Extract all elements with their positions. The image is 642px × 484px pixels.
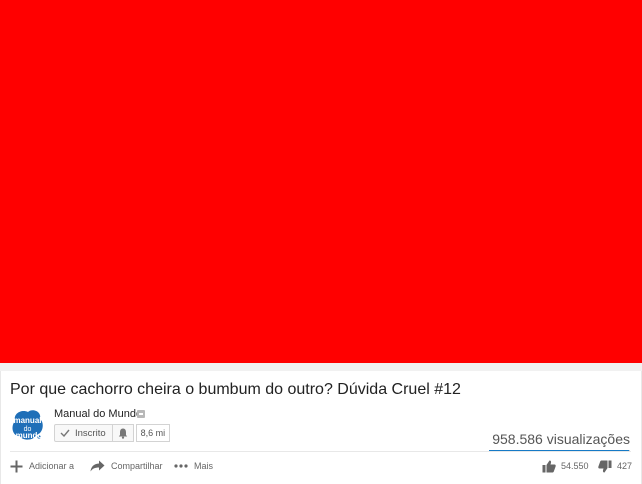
plus-icon bbox=[10, 460, 23, 472]
like-button[interactable]: 54.550 bbox=[542, 458, 589, 474]
like-count: 54.550 bbox=[561, 461, 589, 471]
add-to-button[interactable]: Adicionar a bbox=[10, 458, 74, 474]
share-label: Compartilhar bbox=[111, 461, 163, 471]
bell-icon bbox=[118, 428, 127, 439]
subscribe-group: Inscrito 8,6 mi bbox=[54, 424, 171, 442]
channel-name-link[interactable]: Manual do Mundo bbox=[54, 408, 142, 420]
subscribed-label: Inscrito bbox=[75, 427, 106, 439]
checkmark-icon bbox=[60, 429, 70, 437]
dislike-button[interactable]: 427 bbox=[598, 458, 632, 474]
view-count: 958.586 visualizações bbox=[492, 431, 630, 447]
verified-badge-icon bbox=[137, 410, 145, 418]
subscribed-button[interactable]: Inscrito bbox=[54, 424, 113, 442]
add-to-label: Adicionar a bbox=[29, 461, 75, 471]
svg-text:mundo: mundo bbox=[16, 431, 43, 440]
notification-bell-button[interactable] bbox=[112, 424, 134, 442]
video-player[interactable] bbox=[0, 0, 642, 363]
watch-page: Por que cachorro cheira o bumbum do outr… bbox=[0, 0, 642, 484]
more-label: Mais bbox=[194, 461, 214, 471]
dislike-count: 427 bbox=[617, 461, 633, 471]
svg-text:manual: manual bbox=[13, 416, 41, 425]
manual-do-mundo-logo-icon: manual do mundo bbox=[12, 410, 43, 440]
video-title: Por que cachorro cheira o bumbum do outr… bbox=[10, 381, 461, 398]
more-dots-icon bbox=[174, 464, 188, 468]
video-info-panel: Por que cachorro cheira o bumbum do outr… bbox=[0, 371, 642, 484]
share-arrow-icon bbox=[90, 460, 105, 472]
share-button[interactable]: Compartilhar bbox=[90, 458, 163, 474]
channel-avatar[interactable]: manual do mundo bbox=[10, 407, 45, 442]
thumbs-down-icon bbox=[598, 460, 612, 472]
thumbs-up-icon bbox=[542, 460, 556, 472]
divider bbox=[10, 451, 631, 452]
more-button[interactable]: Mais bbox=[174, 458, 213, 474]
subscriber-count: 8,6 mi bbox=[135, 424, 171, 442]
